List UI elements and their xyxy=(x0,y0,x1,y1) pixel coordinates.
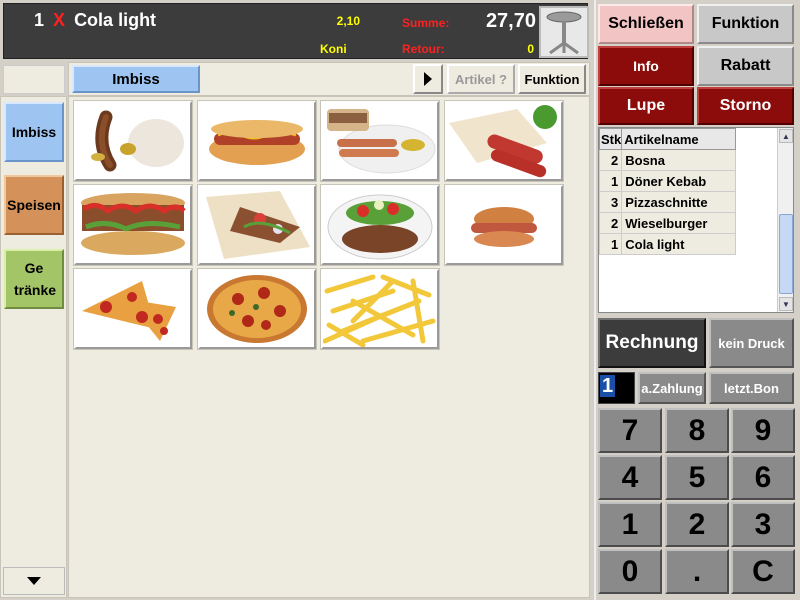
category-speisen-button[interactable]: Speisen xyxy=(4,175,64,235)
summe-value: 27,70 xyxy=(485,10,536,32)
arrow-right-icon xyxy=(424,72,432,86)
storno-button[interactable]: Storno xyxy=(697,87,794,125)
category-scroll-down-button[interactable] xyxy=(3,567,65,595)
row-qty: 1 xyxy=(598,170,623,192)
rabatt-button[interactable]: Rabatt xyxy=(697,46,794,86)
funktion-toolbar-button[interactable]: Funktion xyxy=(518,64,586,94)
numpad-key-5[interactable]: 5 xyxy=(665,455,729,500)
last-item-display: 1 X Cola light xyxy=(34,10,156,31)
lupe-button[interactable]: Lupe xyxy=(598,87,694,125)
table-row[interactable]: 3 Pizzaschnitte xyxy=(598,191,737,213)
product-tile-pizza-slice[interactable] xyxy=(74,269,192,349)
numpad-key-8[interactable]: 8 xyxy=(665,408,729,453)
info-button[interactable]: Info xyxy=(598,46,694,86)
sausage-plate-image xyxy=(323,103,437,179)
funktion-button[interactable]: Funktion xyxy=(697,4,794,44)
numpad-key-decimal[interactable]: . xyxy=(665,549,729,594)
row-name: Cola light xyxy=(621,233,737,255)
doener-plate-image xyxy=(323,187,437,263)
product-tile-hotdog[interactable] xyxy=(198,101,316,181)
category-header-blank xyxy=(3,65,65,94)
product-tile-fries[interactable] xyxy=(321,269,439,349)
numpad-key-0[interactable]: 0 xyxy=(598,549,662,594)
product-tile-doener-wrap[interactable] xyxy=(198,185,316,265)
current-category-label: Imbiss xyxy=(72,65,200,93)
numpad-key-2[interactable]: 2 xyxy=(665,502,729,547)
product-tile-wrap-hotdog[interactable] xyxy=(445,101,563,181)
kein-druck-button[interactable]: kein Druck xyxy=(709,318,794,368)
column-header-artikelname: Artikelname xyxy=(621,128,737,150)
product-tile-leberkaese-burger[interactable] xyxy=(445,185,563,265)
last-item-qty: 1 xyxy=(34,10,45,30)
category-panel xyxy=(0,96,67,598)
bratwurst-image xyxy=(76,103,190,179)
scroll-down-icon[interactable]: ▼ xyxy=(779,297,793,311)
last-item-name: Cola light xyxy=(74,10,157,30)
column-header-stk: Stk xyxy=(598,128,623,150)
row-qty: 2 xyxy=(598,212,623,234)
table-row[interactable]: 2 Bosna xyxy=(598,149,737,171)
numpad-key-9[interactable]: 9 xyxy=(731,408,795,453)
product-tile-bratwurst[interactable] xyxy=(74,101,192,181)
a-zahlung-button[interactable]: a.Zahlung xyxy=(638,372,706,404)
fries-image xyxy=(323,271,437,347)
order-table: Stk Artikelname 2 Bosna 1 Döner Kebab 3 … xyxy=(598,128,737,255)
product-tile-doener-plate[interactable] xyxy=(321,185,439,265)
order-list[interactable]: Stk Artikelname 2 Bosna 1 Döner Kebab 3 … xyxy=(598,127,794,313)
retour-label: Retour: xyxy=(402,42,445,56)
row-name: Wieselburger xyxy=(621,212,737,234)
quantity-value: 1 xyxy=(600,375,616,397)
hotdog-image xyxy=(200,103,314,179)
pizza-slice-image xyxy=(76,271,190,347)
row-name: Bosna xyxy=(621,149,737,171)
user-name: Koni xyxy=(320,42,347,56)
schliessen-button[interactable]: Schließen xyxy=(598,4,694,44)
numpad-key-7[interactable]: 7 xyxy=(598,408,662,453)
table-icon xyxy=(546,11,582,55)
scrollbar-thumb[interactable] xyxy=(779,214,793,294)
summe-label: Summe: xyxy=(402,16,450,30)
product-tile-sausage-plate[interactable] xyxy=(321,101,439,181)
table-row[interactable]: 1 Döner Kebab xyxy=(598,170,737,192)
row-name: Pizzaschnitte xyxy=(621,191,737,213)
row-name: Döner Kebab xyxy=(621,170,737,192)
doener-sandwich-image xyxy=(76,187,190,263)
product-tile-whole-pizza[interactable] xyxy=(198,269,316,349)
status-bar: 1 X Cola light 2,10 Koni Summe: Retour: … xyxy=(3,3,589,59)
numpad-key-1[interactable]: 1 xyxy=(598,502,662,547)
arrow-down-icon xyxy=(27,577,41,585)
order-scrollbar[interactable]: ▲ ▼ xyxy=(777,128,793,312)
category-imbiss-button[interactable]: Imbiss xyxy=(4,102,64,162)
leberkaese-burger-image xyxy=(447,187,561,263)
numpad-key-3[interactable]: 3 xyxy=(731,502,795,547)
row-qty: 3 xyxy=(598,191,623,213)
product-tile-doener-sandwich[interactable] xyxy=(74,185,192,265)
row-qty: 1 xyxy=(598,233,623,255)
numpad-key-4[interactable]: 4 xyxy=(598,455,662,500)
numpad-key-clear[interactable]: C xyxy=(731,549,795,594)
category-getraenke-label: Ge tränke xyxy=(14,260,57,298)
next-page-button[interactable] xyxy=(413,64,443,94)
doener-wrap-image xyxy=(200,187,314,263)
scroll-up-icon[interactable]: ▲ xyxy=(779,129,793,143)
table-row[interactable]: 2 Wieselburger xyxy=(598,212,737,234)
wrap-hotdog-image xyxy=(447,103,561,179)
rechnung-button[interactable]: Rechnung xyxy=(598,318,706,368)
last-item-price: 2,10 xyxy=(336,14,360,28)
letzt-bon-button[interactable]: letzt.Bon xyxy=(709,372,794,404)
category-getraenke-button[interactable]: Ge tränke xyxy=(4,249,64,309)
numpad-key-6[interactable]: 6 xyxy=(731,455,795,500)
retour-value: 0 xyxy=(527,42,534,56)
multiply-sign: X xyxy=(53,10,66,30)
numpad: 7 8 9 4 5 6 1 2 3 0 . C xyxy=(597,407,797,597)
artikel-search-button[interactable]: Artikel ? xyxy=(447,64,515,94)
table-select-button[interactable] xyxy=(539,6,589,58)
row-qty: 2 xyxy=(598,149,623,171)
whole-pizza-image xyxy=(200,271,314,347)
table-row[interactable]: 1 Cola light xyxy=(598,233,737,255)
quantity-input[interactable]: 1 xyxy=(598,372,635,404)
